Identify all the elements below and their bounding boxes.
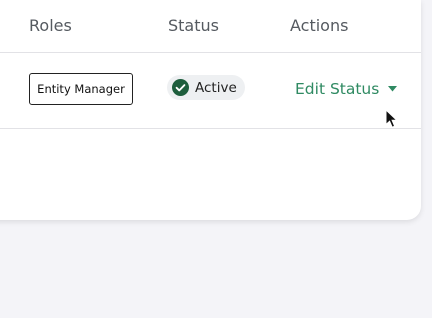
column-header-actions: Actions [290, 16, 349, 35]
users-table-card: Roles Status Actions Entity Manager Acti… [0, 0, 421, 220]
edit-status-dropdown[interactable]: Edit Status [295, 80, 398, 98]
column-header-roles[interactable]: Roles [29, 16, 72, 35]
edit-status-label[interactable]: Edit Status [295, 80, 379, 98]
column-header-status[interactable]: Status [168, 16, 219, 35]
role-chip-label: Entity Manager [37, 82, 125, 96]
mouse-cursor-icon [385, 109, 398, 128]
status-badge: Active [167, 75, 245, 100]
table-header: Roles Status Actions [0, 0, 421, 53]
caret-down-icon[interactable] [388, 86, 398, 92]
table-row: Entity Manager Active Edit Status [0, 53, 421, 129]
role-chip: Entity Manager [29, 73, 133, 105]
status-badge-label: Active [195, 79, 237, 96]
check-circle-icon [172, 79, 189, 96]
